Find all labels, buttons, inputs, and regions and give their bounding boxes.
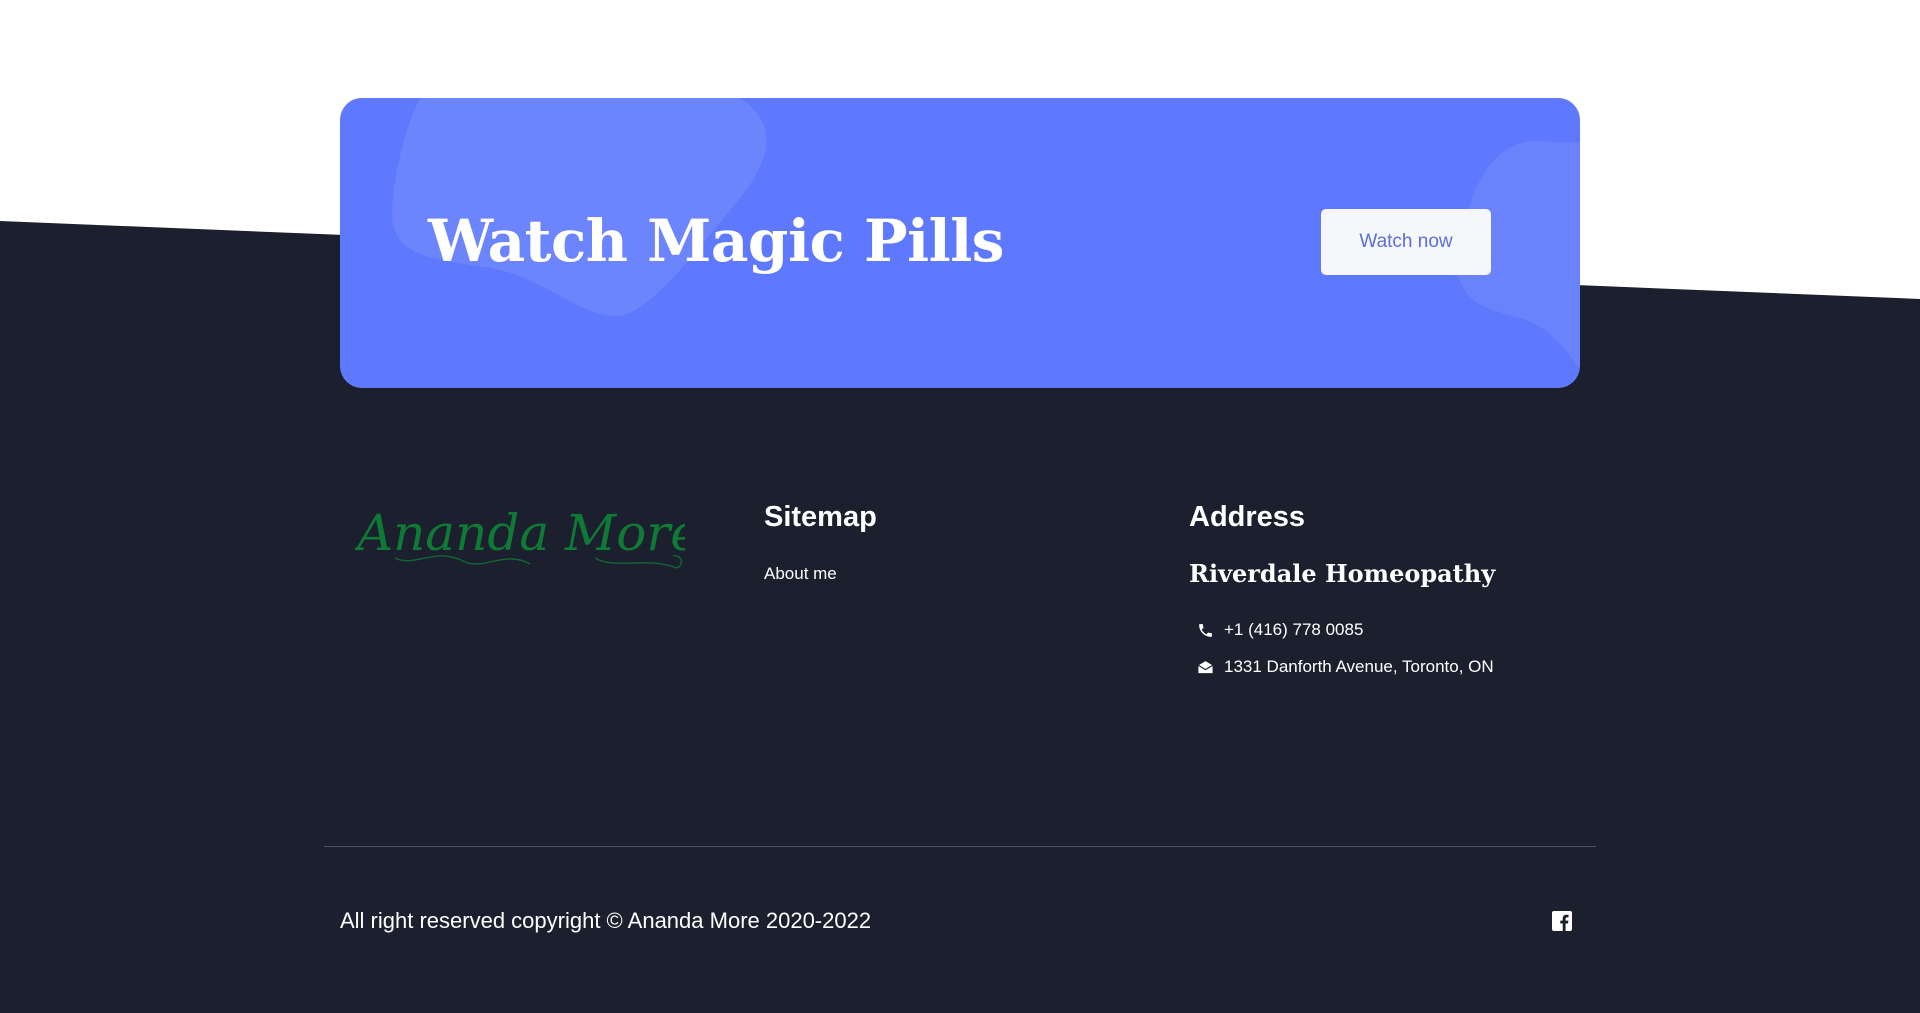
logo-wordmark: Ananda More [355,506,685,562]
street-address: 1331 Danforth Avenue, Toronto, ON [1197,655,1494,679]
phone-icon [1197,622,1214,639]
facebook-link[interactable] [1552,911,1572,931]
facebook-icon [1552,911,1572,931]
phone-number: +1 (416) 778 0085 [1224,620,1364,639]
cta-banner: Watch Magic Pills Watch now [340,98,1580,388]
address-heading: Address [1189,501,1306,533]
sitemap-heading: Sitemap [764,501,877,533]
envelope-icon [1197,659,1214,676]
footer-divider [324,846,1596,847]
footer-logo[interactable]: Ananda More [355,506,685,572]
business-name: Riverdale Homeopathy [1189,559,1496,588]
phone-contact: +1 (416) 778 0085 [1197,618,1363,642]
sitemap-link-about-me[interactable]: About me [764,563,837,585]
copyright-text: All right reserved copyright © Ananda Mo… [340,908,872,933]
watch-now-button[interactable]: Watch now [1321,209,1491,275]
street-address-text: 1331 Danforth Avenue, Toronto, ON [1224,657,1494,676]
cta-title: Watch Magic Pills [428,207,1004,275]
